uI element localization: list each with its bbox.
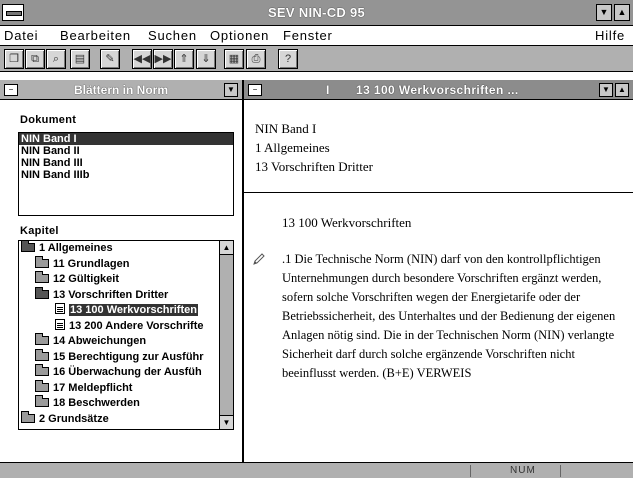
up-button[interactable]: ⇑ <box>174 49 194 69</box>
document-item[interactable]: NIN Band II <box>19 145 233 157</box>
title-bar: SEV NIN-CD 95 ▼ ▲ <box>0 0 633 26</box>
status-separator <box>470 465 471 477</box>
tree-item[interactable]: 14 Abweichungen <box>21 333 218 350</box>
copy-icon: ❐ <box>9 53 19 65</box>
tree-item[interactable]: 18 Beschwerden <box>21 395 218 412</box>
tree-item[interactable]: 16 Überwachung der Ausfüh <box>21 364 218 381</box>
chapter-tree[interactable]: 1 Allgemeines 11 Grundlagen 12 Gültigkei… <box>18 240 234 430</box>
menu-datei[interactable]: Datei <box>4 28 38 43</box>
doc-pane-minimize-button[interactable]: ▼ <box>599 83 613 97</box>
pane-index: I <box>326 83 330 97</box>
section-paragraph: .1 Die Technische Norm (NIN) darf von de… <box>282 252 616 380</box>
copy-page-icon: ⧉ <box>31 53 39 65</box>
document-item[interactable]: NIN Band III <box>19 157 233 169</box>
open-folder-icon <box>21 241 35 252</box>
folder-icon <box>35 364 49 376</box>
copy-button[interactable]: ❐ <box>4 49 24 69</box>
folder-icon <box>35 333 49 345</box>
document-icon <box>55 318 65 330</box>
tree-item[interactable]: 2 Grundsätze <box>21 410 218 428</box>
browse-pane: − Blättern in Norm ▼ Dokument NIN Band I… <box>0 80 244 462</box>
browse-pane-title-bar: − Blättern in Norm ▼ <box>0 80 242 100</box>
folder-icon <box>35 271 49 283</box>
folder-icon <box>35 348 49 361</box>
minimize-button[interactable]: ▼ <box>596 4 612 21</box>
tree-item[interactable]: 13 200 Andere Vorschrifte <box>21 318 218 335</box>
double-right-icon: ▶▶ <box>154 53 172 65</box>
status-separator <box>560 465 561 477</box>
tree-item[interactable]: 12 Gültigkeit <box>21 271 218 288</box>
folder-icon <box>21 410 35 423</box>
tree-item-selected[interactable]: 13 100 Werkvorschriften <box>21 303 218 319</box>
help-button[interactable]: ? <box>278 49 298 69</box>
document-content: 13 100 Werkvorschriften .1 Die Technisch… <box>244 194 633 462</box>
magnifier-icon: ⌕ <box>52 53 60 65</box>
tree-item[interactable]: 1 Allgemeines <box>21 241 218 257</box>
browse-pane-title: Blättern in Norm <box>73 83 168 97</box>
scroll-down-arrow[interactable]: ▼ <box>220 415 233 429</box>
menu-suchen[interactable]: Suchen <box>148 28 197 43</box>
tree-scrollbar[interactable]: ▲ ▼ <box>219 241 233 429</box>
menu-optionen[interactable]: Optionen <box>210 28 269 43</box>
document-pane: − I 13 100 Werkvorschriften ... ▼ ▲ NIN … <box>244 80 633 462</box>
maximize-button[interactable]: ▲ <box>614 4 630 21</box>
tree-item[interactable]: 13 Vorschriften Dritter <box>21 286 218 304</box>
breadcrumb-section: 13 Vorschriften Dritter <box>255 159 373 174</box>
page-icon: ▤ <box>74 53 86 65</box>
doc-pane-system-menu-button[interactable]: − <box>248 84 262 96</box>
document-breadcrumb: NIN Band I 1 Allgemeines 13 Vorschriften… <box>244 101 633 193</box>
print-button[interactable]: ⎙ <box>246 49 266 69</box>
edit-button[interactable]: ✎ <box>100 49 120 69</box>
pane-minimize-button[interactable]: ▼ <box>224 83 238 97</box>
dokument-label: Dokument <box>20 114 77 126</box>
doc-pane-maximize-button[interactable]: ▲ <box>615 83 629 97</box>
double-left-icon: ◀◀ <box>133 53 151 65</box>
tree-item[interactable]: 11 Grundlagen <box>21 255 218 273</box>
scroll-up-arrow[interactable]: ▲ <box>220 241 233 255</box>
menu-hilfe[interactable]: Hilfe <box>595 28 625 43</box>
open-folder-icon <box>35 286 49 299</box>
document-pane-title: 13 100 Werkvorschriften ... <box>356 83 519 97</box>
document-item[interactable]: NIN Band IIIb <box>19 169 233 181</box>
folder-icon <box>35 379 49 392</box>
menu-bearbeiten[interactable]: Bearbeiten <box>60 28 131 43</box>
status-bar: NUM <box>0 462 633 478</box>
print-doc-button[interactable]: ▦ <box>224 49 244 69</box>
copy-page-button[interactable]: ⧉ <box>25 49 45 69</box>
double-up-icon: ⇑ <box>179 53 189 65</box>
printer-icon: ⎙ <box>251 53 261 65</box>
pencil-icon[interactable] <box>252 252 266 266</box>
breadcrumb-band: NIN Band I <box>255 121 317 136</box>
window-title: SEV NIN-CD 95 <box>267 5 366 20</box>
down-button[interactable]: ⇓ <box>196 49 216 69</box>
tree-item[interactable]: 17 Meldepflicht <box>21 379 218 397</box>
question-icon: ? <box>284 53 292 65</box>
find-button[interactable]: ⌕ <box>46 49 66 69</box>
document-list[interactable]: NIN Band I NIN Band II NIN Band III NIN … <box>18 132 234 216</box>
double-down-icon: ⇓ <box>201 53 211 65</box>
folder-icon <box>35 255 49 268</box>
menu-bar: Datei Bearbeiten Suchen Optionen Fenster… <box>0 26 633 46</box>
pencil-icon: ✎ <box>105 53 115 65</box>
previous-button[interactable]: ◀◀ <box>132 49 152 69</box>
kapitel-label: Kapitel <box>20 225 59 237</box>
section-heading: 13 100 Werkvorschriften <box>282 215 412 230</box>
toolbar: ❐ ⧉ ⌕ ▤ ✎ ◀◀ ▶▶ ⇑ ⇓ ▦ ⎙ ? <box>0 46 633 72</box>
menu-fenster[interactable]: Fenster <box>283 28 333 43</box>
tree-item[interactable]: 15 Berechtigung zur Ausführ <box>21 348 218 366</box>
num-lock-indicator: NUM <box>510 465 536 476</box>
next-button[interactable]: ▶▶ <box>153 49 173 69</box>
document-print-icon: ▦ <box>228 53 240 65</box>
document-icon <box>55 303 65 314</box>
folder-icon <box>35 395 49 407</box>
document-item[interactable]: NIN Band I <box>19 133 233 145</box>
document-pane-title-bar: − I 13 100 Werkvorschriften ... ▼ ▲ <box>244 80 633 100</box>
breadcrumb-chapter: 1 Allgemeines <box>255 140 330 155</box>
print-preview-button[interactable]: ▤ <box>70 49 90 69</box>
